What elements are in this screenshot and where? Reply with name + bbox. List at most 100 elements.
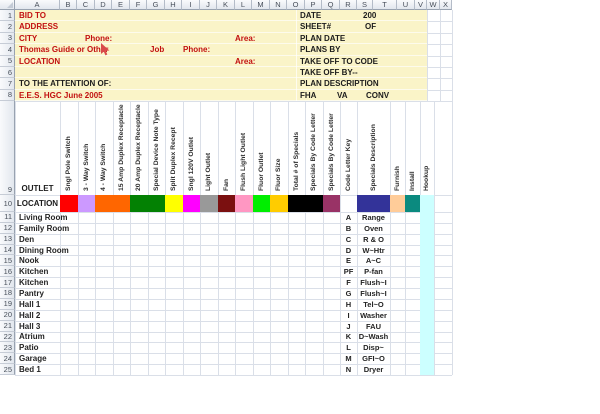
rotated-column-header[interactable]: Code Letter Key [340,103,357,194]
rotated-column-header[interactable]: Sngl 120V Outlet [183,103,201,194]
code-letter-cell[interactable]: D [340,245,357,256]
rotated-column-header[interactable]: 20 Amp Duplex Receptacle [130,103,148,194]
rotated-column-header[interactable]: Fluor Size [270,103,288,194]
rotated-column-header[interactable]: 4 - Way Switch [95,103,113,194]
column-header-J[interactable]: J [200,0,217,10]
column-header-V[interactable]: V [415,0,427,10]
color-swatch-cell[interactable] [200,195,218,212]
code-letter-cell[interactable]: M [340,353,357,364]
hookup-column-fill[interactable] [420,195,434,375]
rotated-column-header[interactable]: Specials Description [357,103,390,194]
code-desc-cell[interactable]: A~C [357,255,390,266]
color-swatch-cell[interactable] [305,195,323,212]
code-desc-cell[interactable]: Flush~I [357,277,390,288]
code-letter-cell[interactable]: K [340,332,357,343]
row-header-7[interactable]: 7 [0,78,15,89]
row-header-8[interactable]: 8 [0,90,15,101]
column-header-O[interactable]: O [287,0,305,10]
color-swatch-cell[interactable] [357,195,390,212]
room-cell[interactable]: Hall 3 [15,321,60,332]
row-header-14[interactable]: 14 [0,245,15,256]
column-header-G[interactable]: G [147,0,165,10]
code-letter-cell[interactable]: A [340,212,357,223]
code-letter-cell[interactable]: PF [340,266,357,277]
form-row-6[interactable] [15,67,427,78]
row-header-16[interactable]: 16 [0,266,15,277]
row-header-5[interactable]: 5 [0,56,15,67]
code-letter-cell[interactable]: F [340,277,357,288]
row-header-13[interactable]: 13 [0,234,15,245]
color-swatch-cell[interactable] [390,195,405,212]
code-letter-cell[interactable]: C [340,234,357,245]
code-letter-cell[interactable]: G [340,288,357,299]
column-header-K[interactable]: K [217,0,235,10]
column-header-N[interactable]: N [270,0,287,10]
color-swatch-cell[interactable] [405,195,420,212]
color-swatch-cell[interactable] [183,195,201,212]
column-header-F[interactable]: F [130,0,147,10]
color-swatch-cell[interactable] [253,195,271,212]
rotated-column-header[interactable]: Sngl Pole Switch [60,103,78,194]
row-header-6[interactable]: 6 [0,67,15,78]
rotated-column-header[interactable]: Furnish [390,103,405,194]
room-cell[interactable]: Hall 2 [15,310,60,321]
rotated-column-header[interactable]: Split Duplex Recept [165,103,183,194]
rotated-column-header[interactable]: Install [405,103,420,194]
select-all-corner[interactable] [0,0,15,10]
outlet-label-cell[interactable]: OUTLET [15,181,60,195]
column-header-B[interactable]: B [60,0,77,10]
column-header-I[interactable]: I [182,0,200,10]
row-header-18[interactable]: 18 [0,288,15,299]
column-header-S[interactable]: S [357,0,373,10]
color-swatch-cell[interactable] [420,195,434,212]
code-desc-cell[interactable]: D~Wash [357,332,390,343]
code-desc-cell[interactable]: Flush~I [357,288,390,299]
location-label-cell[interactable]: LOCATION [15,195,60,212]
color-swatch-cell[interactable] [218,195,236,212]
code-desc-cell[interactable]: GFI~O [357,353,390,364]
room-cell[interactable]: Bed 1 [15,364,60,375]
room-cell[interactable]: Atrium [15,332,60,343]
row-header-1[interactable]: 1 [0,10,15,21]
code-desc-cell[interactable]: W~Htr [357,245,390,256]
color-swatch-cell[interactable] [270,195,288,212]
code-desc-cell[interactable]: Oven [357,223,390,234]
row-header-15[interactable]: 15 [0,255,15,266]
row-header-9[interactable]: 9 [0,101,15,195]
color-swatch-cell[interactable] [78,195,96,212]
code-letter-cell[interactable]: J [340,321,357,332]
column-header-H[interactable]: H [165,0,182,10]
code-letter-cell[interactable]: E [340,255,357,266]
rotated-column-header[interactable]: Total # of Specials [288,103,306,194]
code-letter-cell[interactable]: N [340,364,357,375]
room-cell[interactable]: Pantry [15,288,60,299]
rotated-column-header[interactable]: Light Outlet [200,103,218,194]
code-letter-cell[interactable]: I [340,310,357,321]
column-header-X[interactable]: X [440,0,452,10]
color-swatch-cell[interactable] [148,195,166,212]
room-cell[interactable]: Family Room [15,223,60,234]
room-cell[interactable]: Den [15,234,60,245]
room-cell[interactable]: Patio [15,342,60,353]
color-swatch-cell[interactable] [130,195,148,212]
room-cell[interactable]: Kitchen [15,277,60,288]
code-desc-cell[interactable]: Washer [357,310,390,321]
rotated-column-header[interactable]: Specials By Code Letter [305,103,323,194]
row-header-25[interactable]: 25 [0,364,15,375]
column-header-T[interactable]: T [373,0,397,10]
row-header-3[interactable]: 3 [0,33,15,44]
rotated-column-header[interactable]: Flush Light Outlet [235,103,253,194]
room-cell[interactable]: Hall 1 [15,299,60,310]
code-desc-cell[interactable]: R & O [357,234,390,245]
code-desc-cell[interactable]: Tel~O [357,299,390,310]
row-header-2[interactable]: 2 [0,21,15,32]
column-header-M[interactable]: M [252,0,270,10]
color-swatch-cell[interactable] [235,195,253,212]
color-swatch-cell[interactable] [113,195,131,212]
room-cell[interactable]: Living Room [15,212,60,223]
code-letter-cell[interactable]: H [340,299,357,310]
row-header-4[interactable]: 4 [0,44,15,55]
column-header-C[interactable]: C [77,0,95,10]
row-header-23[interactable]: 23 [0,342,15,353]
rotated-column-header[interactable]: Special Device Note Type [148,103,166,194]
